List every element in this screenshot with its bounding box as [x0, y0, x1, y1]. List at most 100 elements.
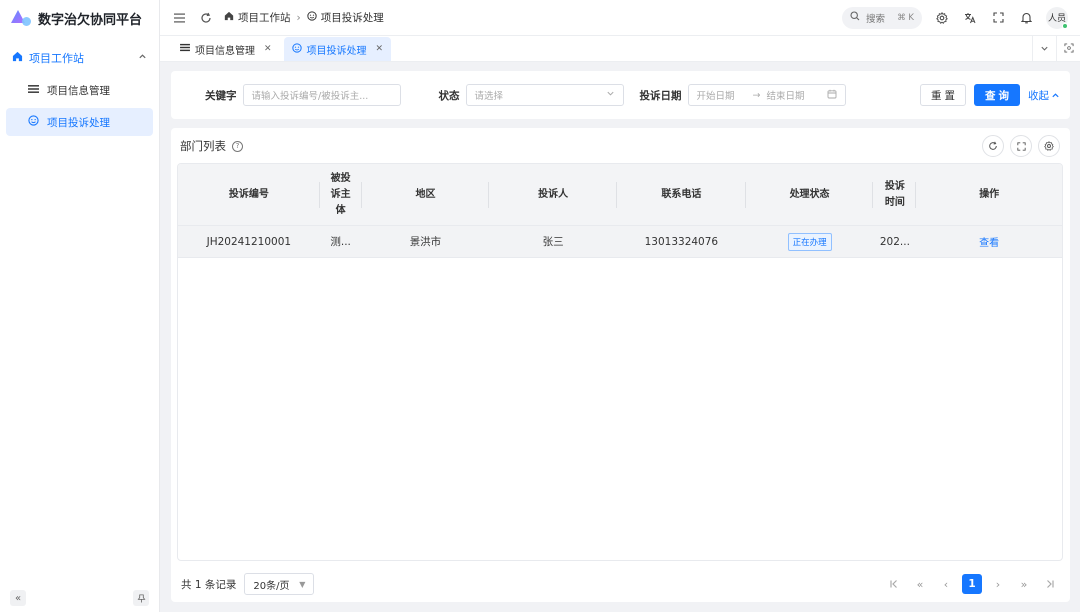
status-label: 状态: [438, 89, 460, 102]
avatar[interactable]: 人员: [1046, 6, 1068, 29]
sidebar-item-label: 项目信息管理: [47, 84, 110, 97]
card-title: 部门列表 ?: [180, 138, 243, 154]
column-header: 投诉编号: [178, 164, 320, 225]
pin-icon[interactable]: [133, 590, 149, 606]
sidebar-item-complaint-handling[interactable]: 项目投诉处理: [6, 108, 153, 136]
collapse-filter-link[interactable]: 收起: [1028, 88, 1060, 103]
breadcrumb-item: 项目投诉处理: [320, 12, 384, 24]
menu-toggle-icon[interactable]: [172, 10, 188, 26]
list-card: 部门列表 ? 投诉编号 被投诉主体 地区 投诉人 联系电话 处理状态 投诉时间 …: [171, 128, 1070, 602]
filter-actions: 重 置 查 询 收起: [920, 84, 1060, 106]
sidebar: 数字治欠协同平台 项目工作站 项目信息管理 项目投诉处理 «: [0, 0, 160, 612]
status-placeholder: 请选择: [474, 91, 504, 102]
tabs-actions: [1032, 35, 1080, 61]
chevron-up-icon: [138, 52, 147, 64]
table-row[interactable]: JH20241210001 测... 景洪市 张三 13013324076 正在…: [178, 226, 1062, 258]
page-size-select[interactable]: 20条/页 ▼: [244, 573, 315, 595]
prev-page-icon[interactable]: ‹: [936, 574, 956, 594]
cell-subject: 测...: [330, 236, 351, 248]
online-status-dot: [1062, 22, 1068, 29]
filter-form: 关键字 请输入投诉编号/被投诉主... 状态 请选择 投诉日期 开始日期 → 结…: [171, 71, 1070, 119]
app-title: 数字治欠协同平台: [38, 12, 143, 28]
translate-icon[interactable]: [962, 10, 978, 26]
last-page-icon[interactable]: [1040, 574, 1060, 594]
search-icon: [850, 11, 860, 24]
status-badge: 正在办理: [787, 232, 832, 251]
sidebar-item-project-info[interactable]: 项目信息管理: [6, 76, 153, 104]
tab-complaint-handling[interactable]: 项目投诉处理 ✕: [283, 37, 392, 61]
cell-status: 正在办理: [746, 226, 874, 257]
sidebar-group-label: 项目工作站: [29, 52, 84, 65]
global-search[interactable]: 搜索 ⌘ K: [842, 6, 922, 29]
settings-icon[interactable]: [1038, 135, 1060, 157]
caret-down-icon: ▼: [299, 579, 306, 589]
current-page[interactable]: 1: [962, 574, 982, 594]
avatar-text: 人员: [1047, 14, 1066, 24]
column-header: 投诉时间: [873, 164, 917, 225]
home-icon: [12, 51, 23, 65]
close-icon[interactable]: ✕: [376, 44, 384, 54]
jump-forward-icon[interactable]: »: [1014, 574, 1034, 594]
sidebar-group-header[interactable]: 项目工作站: [0, 44, 159, 72]
cell-time: 202...: [879, 235, 910, 248]
collapse-sidebar-icon[interactable]: «: [10, 590, 26, 606]
search-label: 搜索: [866, 13, 886, 25]
cell-phone: 13013324076: [644, 235, 719, 248]
complaint-table: 投诉编号 被投诉主体 地区 投诉人 联系电话 处理状态 投诉时间 操作 JH20…: [177, 163, 1063, 561]
smile-icon: [291, 42, 302, 56]
settings-icon[interactable]: [934, 10, 950, 26]
column-header: 处理状态: [746, 164, 874, 225]
tab-project-info[interactable]: 项目信息管理 ✕: [172, 37, 280, 61]
list-icon: [28, 84, 39, 97]
column-header: 投诉人: [489, 164, 617, 225]
page-controls: « ‹ 1 › »: [884, 574, 1060, 594]
maximize-icon[interactable]: [1056, 35, 1080, 61]
sidebar-group-workstation: 项目工作站 项目信息管理 项目投诉处理: [0, 44, 159, 136]
breadcrumb-item[interactable]: 项目工作站: [238, 10, 291, 25]
total-count: 共 1 条记录: [181, 578, 237, 591]
app-logo-icon: [10, 9, 32, 27]
header-actions: 搜索 ⌘ K 人员: [842, 6, 1068, 29]
column-header: 操作: [979, 188, 1000, 200]
date-range-picker[interactable]: 开始日期 → 结束日期: [687, 84, 846, 106]
chevron-down-icon[interactable]: [1032, 35, 1056, 61]
help-icon[interactable]: ?: [232, 140, 243, 152]
chevron-right-icon: ›: [296, 11, 301, 24]
jump-back-icon[interactable]: «: [910, 574, 930, 594]
refresh-icon[interactable]: [982, 135, 1004, 157]
cell-complainant: 张三: [542, 236, 564, 248]
keyword-input[interactable]: 请输入投诉编号/被投诉主...: [242, 84, 401, 106]
list-icon: [180, 43, 190, 55]
calendar-icon: [827, 89, 837, 102]
close-icon[interactable]: ✕: [264, 44, 272, 54]
date-start-placeholder: 开始日期: [696, 91, 735, 102]
table-tools: [982, 135, 1060, 157]
page-size-value: 20条/页: [253, 580, 290, 592]
page-title: 部门列表: [180, 139, 226, 153]
cell-region: 景洪市: [409, 236, 442, 248]
date-end-placeholder: 结束日期: [766, 91, 805, 102]
search-shortcut: ⌘ K: [897, 12, 914, 23]
reset-button[interactable]: 重 置: [920, 84, 966, 106]
query-button[interactable]: 查 询: [974, 84, 1020, 106]
top-header: 项目工作站 › 项目投诉处理 搜索 ⌘ K 人员: [160, 0, 1080, 36]
smile-icon: [28, 115, 39, 129]
next-page-icon[interactable]: ›: [988, 574, 1008, 594]
view-link[interactable]: 查看: [979, 234, 999, 249]
tabs-bar: 项目信息管理 ✕ 项目投诉处理 ✕: [160, 35, 1080, 62]
date-label: 投诉日期: [639, 89, 682, 102]
status-select[interactable]: 请选择: [465, 84, 624, 106]
brand: 数字治欠协同平台: [0, 0, 159, 36]
fullscreen-icon[interactable]: [1010, 135, 1032, 157]
column-header: 联系电话: [617, 164, 746, 225]
smile-icon: [307, 11, 317, 24]
home-icon: [224, 11, 234, 24]
first-page-icon[interactable]: [884, 574, 904, 594]
refresh-icon[interactable]: [198, 10, 214, 26]
bell-icon[interactable]: [1018, 10, 1034, 26]
tab-label: 项目投诉处理: [306, 45, 367, 57]
column-header: 地区: [362, 164, 490, 225]
sidebar-footer: «: [0, 590, 159, 606]
pagination: 共 1 条记录 20条/页 ▼ « ‹ 1 › »: [181, 573, 1060, 595]
fullscreen-icon[interactable]: [990, 10, 1006, 26]
